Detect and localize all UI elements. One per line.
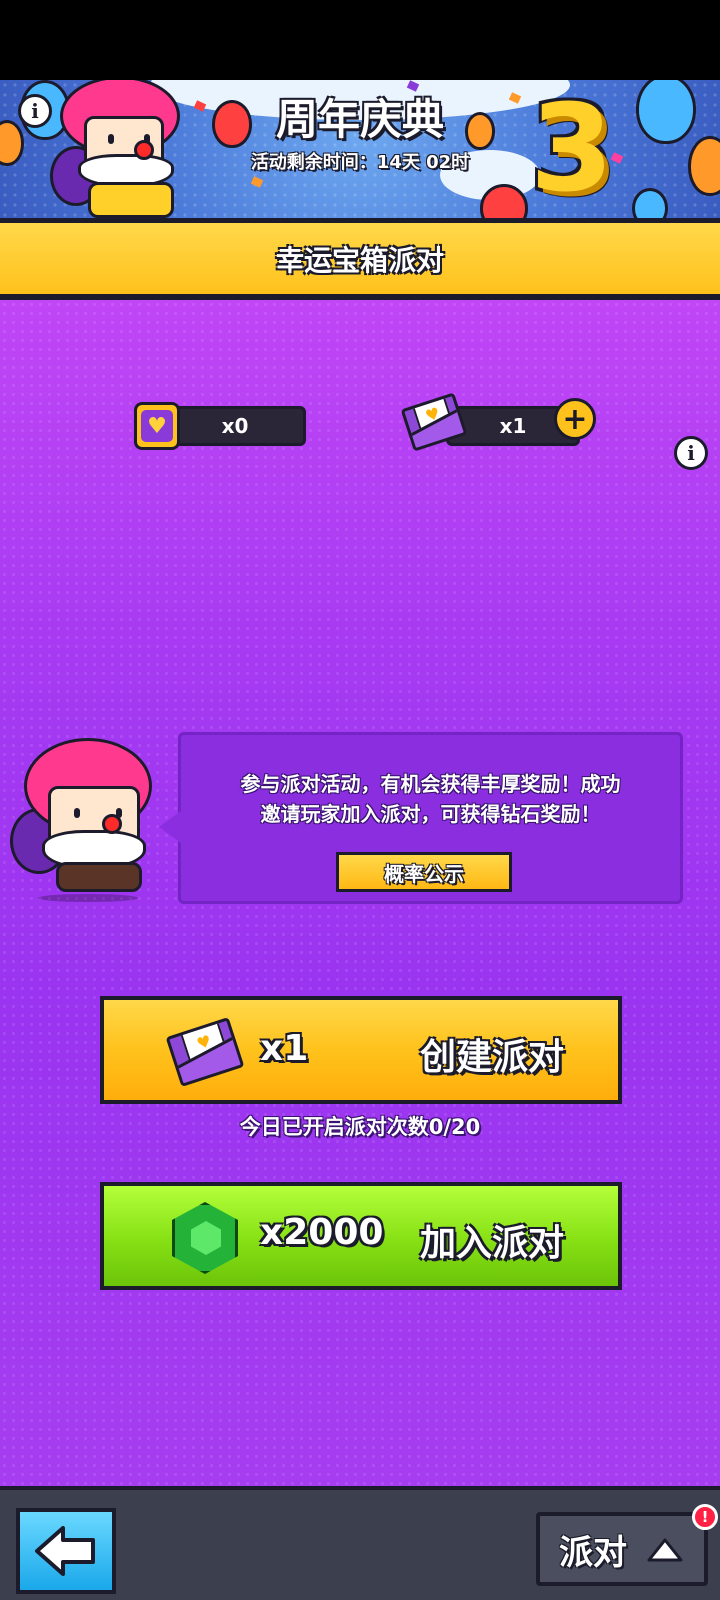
probability-button[interactable]: 概率公示 — [336, 852, 512, 892]
join-party-label: 加入派对 — [420, 1223, 565, 1264]
heart-icon: ♥ — [134, 402, 180, 450]
anniversary-number: 3 — [530, 80, 614, 218]
gem-icon — [172, 1202, 238, 1274]
chevron-up-icon — [647, 1538, 683, 1562]
info-icon[interactable]: i — [674, 436, 708, 470]
create-party-button[interactable]: ♥ x1 创建派对 — [100, 996, 622, 1104]
notification-badge: ! — [692, 1504, 718, 1530]
clown-character — [10, 738, 170, 918]
heart-counter: x0 — [164, 406, 306, 446]
page-title-bar: 幸运宝箱派对 — [0, 218, 720, 300]
join-party-cost: x2000 — [260, 1212, 384, 1253]
anniversary-banner: i 周年庆典 活动剩余时间：14天 02时 3 — [0, 80, 720, 218]
plus-icon: + — [562, 401, 588, 437]
main-panel: x0 ♥ x1 ♥ + i 参与派对活动，有机会获得丰厚奖励！成功 邀请玩家加入… — [0, 300, 720, 1486]
create-party-cost: x1 — [260, 1028, 309, 1069]
party-menu-label: 派对 — [559, 1532, 627, 1573]
party-menu-button[interactable]: 派对 — [536, 1512, 708, 1586]
page-title: 幸运宝箱派对 — [275, 243, 444, 277]
heart-count: x0 — [221, 414, 249, 438]
status-bar — [0, 0, 720, 80]
join-party-button[interactable]: x2000 加入派对 — [100, 1182, 622, 1290]
create-party-label: 创建派对 — [420, 1037, 565, 1078]
envelope-icon: ♥ — [165, 1017, 245, 1087]
today-party-count: 今日已开启派对次数0/20 — [239, 1115, 481, 1139]
add-envelope-button[interactable]: + — [554, 398, 596, 440]
back-button[interactable] — [16, 1508, 116, 1594]
envelope-count: x1 — [499, 414, 527, 438]
back-arrow-icon — [35, 1526, 95, 1576]
speech-text: 参与派对活动，有机会获得丰厚奖励！成功 邀请玩家加入派对，可获得钻石奖励！ — [240, 772, 621, 826]
bottom-bar: 派对 ! — [0, 1486, 720, 1600]
